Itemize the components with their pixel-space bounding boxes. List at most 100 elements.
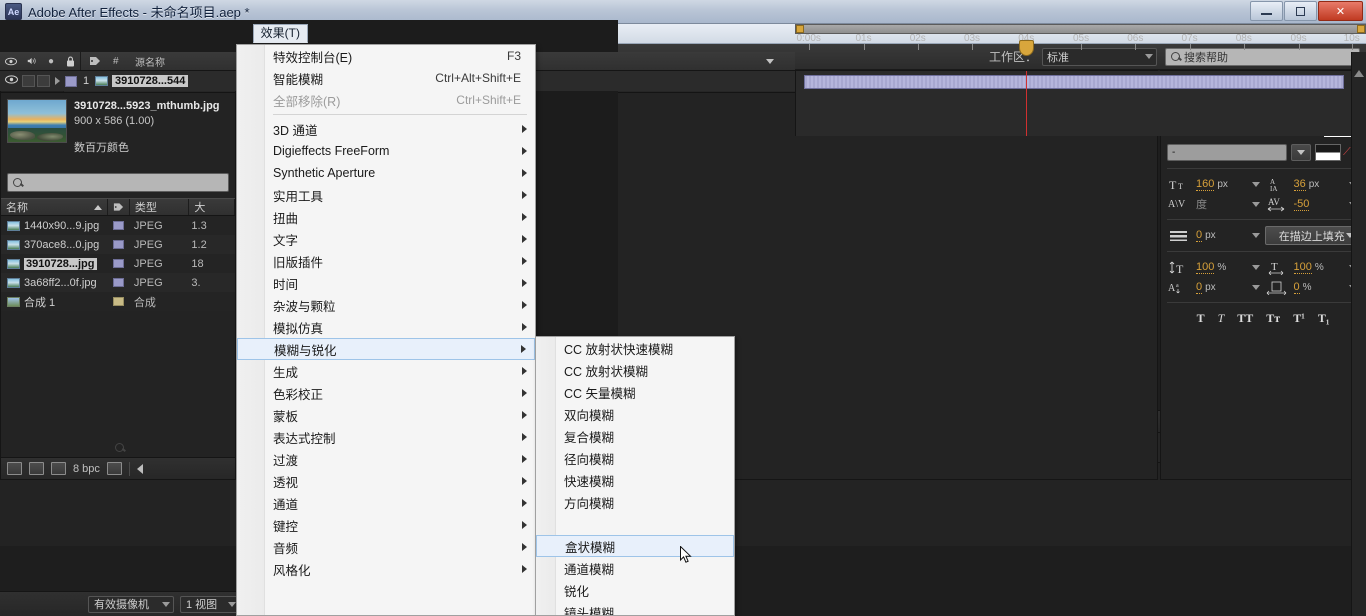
column-header-size[interactable]: 大 xyxy=(189,199,235,215)
label-column-icon[interactable] xyxy=(80,52,108,70)
label-color-swatch[interactable] xyxy=(113,297,124,306)
submenu-item-smart-blur[interactable] xyxy=(536,513,734,535)
timeline-ruler[interactable]: 0:00s 01s 02s 03s 04s 05s 06s 07s xyxy=(795,22,1366,52)
project-row[interactable]: 3a68ff2...0f.jpg JPEG 3. xyxy=(1,273,235,292)
submenu-item-box-blur[interactable]: 盒状模糊 xyxy=(536,535,734,557)
menu-effect[interactable]: 效果(T) xyxy=(253,24,308,43)
video-switch-icon[interactable] xyxy=(0,52,22,70)
minimize-button[interactable] xyxy=(1250,1,1283,21)
layer-name-cell[interactable]: 3910728...544 xyxy=(95,75,188,87)
menu-item-perspective[interactable]: 透视 xyxy=(237,470,535,492)
column-header-type[interactable]: 类型 xyxy=(130,199,189,215)
submenu-item-lens-blur[interactable]: 镜头模糊 xyxy=(536,601,734,616)
layer-expand-arrow-icon[interactable] xyxy=(55,77,60,85)
solo-switch-icon[interactable]: ● xyxy=(42,52,60,70)
menu-item-expression-controls[interactable]: 表达式控制 xyxy=(237,426,535,448)
current-time-indicator-head[interactable] xyxy=(1019,40,1034,56)
delete-icon[interactable] xyxy=(107,462,122,475)
timeline-track-area[interactable] xyxy=(795,71,1351,136)
project-search-input[interactable] xyxy=(7,173,229,192)
menu-item-digieffects-freeform[interactable]: Digieffects FreeForm xyxy=(237,140,535,162)
layer-label-color[interactable] xyxy=(65,76,77,87)
font-size-value[interactable]: 160 px xyxy=(1196,178,1247,191)
column-header-name[interactable]: 名称 xyxy=(1,199,108,215)
fill-over-stroke-select[interactable]: 在描边上填充 xyxy=(1265,226,1360,245)
submenu-item-fast-blur[interactable]: 快速模糊 xyxy=(536,469,734,491)
submenu-item-sharpen[interactable]: 锐化 xyxy=(536,579,734,601)
menu-item-3d-channel[interactable]: 3D 通道 xyxy=(237,118,535,140)
chevron-down-icon[interactable] xyxy=(1252,233,1260,238)
menu-item-utility[interactable]: 实用工具 xyxy=(237,184,535,206)
layer-solo-toggle[interactable] xyxy=(37,75,50,87)
layer-video-toggle[interactable] xyxy=(0,75,22,87)
menu-item-distort[interactable]: 扭曲 xyxy=(237,206,535,228)
faux-italic-button[interactable]: T xyxy=(1218,311,1225,326)
work-area-end-handle[interactable] xyxy=(1357,25,1365,33)
work-area-start-handle[interactable] xyxy=(796,25,804,33)
layer-clip-bar[interactable] xyxy=(804,75,1344,89)
menu-item-time[interactable]: 时间 xyxy=(237,272,535,294)
new-composition-icon[interactable] xyxy=(51,462,66,475)
timeline-vertical-scrollbar[interactable] xyxy=(1351,52,1366,616)
current-time-indicator[interactable] xyxy=(1026,71,1027,136)
project-row[interactable]: 370ace8...0.jpg JPEG 1.2 xyxy=(1,235,235,254)
label-color-swatch[interactable] xyxy=(113,221,124,230)
active-camera-select[interactable]: 有效摄像机 xyxy=(88,596,174,613)
menu-item-effect-controls[interactable]: 特效控制台(E) F3 xyxy=(237,45,535,67)
subscript-button[interactable]: T₁ xyxy=(1318,311,1330,326)
font-style-select[interactable]: - xyxy=(1167,144,1287,161)
tsume-value[interactable]: 0 % xyxy=(1294,281,1345,294)
scroll-up-arrow-icon[interactable] xyxy=(1354,70,1364,77)
font-style-dropdown-button[interactable] xyxy=(1291,144,1311,161)
project-row[interactable]: 合成 1 合成 xyxy=(1,292,235,311)
submenu-item-cc-radial-blur[interactable]: CC 放射状模糊 xyxy=(536,359,734,381)
menu-item-transition[interactable]: 过渡 xyxy=(237,448,535,470)
project-row-selected[interactable]: 3910728...jpg JPEG 18 xyxy=(1,254,235,273)
menu-item-stylize[interactable]: 风格化 xyxy=(237,558,535,580)
submenu-item-cc-vector-blur[interactable]: CC 矢量模糊 xyxy=(536,381,734,403)
menu-item-color-correction[interactable]: 色彩校正 xyxy=(237,382,535,404)
view-count-select[interactable]: 1 视图 xyxy=(180,596,240,613)
submenu-item-directional-blur[interactable]: 方向模糊 xyxy=(536,491,734,513)
vertical-scale-value[interactable]: 100 % xyxy=(1196,261,1247,274)
menu-item-channel[interactable]: 通道 xyxy=(237,492,535,514)
label-color-swatch[interactable] xyxy=(113,278,124,287)
menu-item-blur-sharpen[interactable]: 模糊与锐化 xyxy=(237,338,535,360)
kerning-value[interactable]: 度 xyxy=(1196,196,1247,212)
stroke-width-value[interactable]: 0 px xyxy=(1196,229,1247,242)
menu-item-text[interactable]: 文字 xyxy=(237,228,535,250)
tracking-value[interactable]: -50 xyxy=(1294,198,1345,211)
horizontal-scale-value[interactable]: 100 % xyxy=(1294,261,1345,274)
menu-item-matte[interactable]: 蒙板 xyxy=(237,404,535,426)
baseline-shift-value[interactable]: 0 px xyxy=(1196,281,1247,294)
black-white-swatch[interactable] xyxy=(1315,144,1341,161)
audio-switch-icon[interactable] xyxy=(22,52,42,70)
menu-item-obsolete[interactable]: 旧版插件 xyxy=(237,250,535,272)
submenu-item-radial-blur[interactable]: 径向模糊 xyxy=(536,447,734,469)
interpret-footage-icon[interactable] xyxy=(7,462,22,475)
small-caps-button[interactable]: Tᴛ xyxy=(1266,311,1280,326)
chevron-down-icon[interactable] xyxy=(1252,265,1260,270)
submenu-item-channel-blur[interactable]: 通道模糊 xyxy=(536,557,734,579)
label-color-swatch[interactable] xyxy=(113,240,124,249)
new-folder-icon[interactable] xyxy=(29,462,44,475)
all-caps-button[interactable]: TT xyxy=(1237,311,1253,326)
chevron-down-icon[interactable] xyxy=(1252,182,1260,187)
submenu-item-bilateral-blur[interactable]: 双向模糊 xyxy=(536,403,734,425)
menu-item-generate[interactable]: 生成 xyxy=(237,360,535,382)
chevron-down-icon[interactable] xyxy=(1252,285,1260,290)
label-color-swatch[interactable] xyxy=(113,259,124,268)
menu-item-audio[interactable]: 音频 xyxy=(237,536,535,558)
superscript-button[interactable]: T¹ xyxy=(1293,311,1305,326)
menu-item-keying[interactable]: 键控 xyxy=(237,514,535,536)
leading-value[interactable]: 36 px xyxy=(1294,178,1345,191)
layer-audio-toggle[interactable] xyxy=(22,75,35,87)
submenu-item-cc-radial-fast-blur[interactable]: CC 放射状快速模糊 xyxy=(536,337,734,359)
menu-item-simulation[interactable]: 模拟仿真 xyxy=(237,316,535,338)
collapse-arrow-icon[interactable] xyxy=(137,464,143,474)
submenu-item-compound-blur[interactable]: 复合模糊 xyxy=(536,425,734,447)
column-header-label-tag[interactable] xyxy=(108,199,130,215)
menu-item-smart-blur[interactable]: 智能模糊 Ctrl+Alt+Shift+E xyxy=(237,67,535,89)
maximize-button[interactable] xyxy=(1284,1,1317,21)
close-button[interactable]: ✕ xyxy=(1318,1,1363,21)
